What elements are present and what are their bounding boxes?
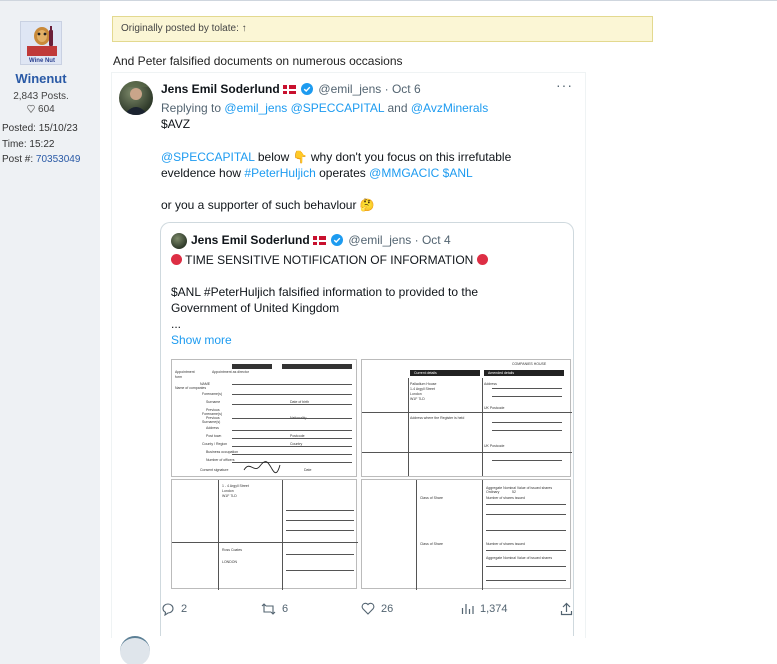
tweet-author-avatar[interactable] (119, 81, 153, 115)
verified-badge-icon (331, 234, 344, 246)
mention-mmgacic[interactable]: @MMGACIC (369, 166, 439, 180)
quoted-author-name[interactable]: Jens Emil Soderlund (191, 233, 310, 247)
show-more-link[interactable]: Show more (171, 333, 232, 347)
share-button[interactable] (560, 602, 573, 616)
red-circle-icon (476, 254, 488, 265)
like-count: 604 (0, 104, 82, 115)
pointing-down-emoji: 👇 (292, 150, 308, 164)
post-number: Post #: 70353049 (2, 154, 81, 165)
tweet-action-bar: 2 6 26 1,374 (161, 602, 578, 622)
like-count-value: 604 (38, 104, 55, 115)
username[interactable]: Winenut (0, 71, 82, 86)
replying-to: Replying to @emil_jens @SPECCAPITAL and … (161, 101, 489, 115)
embedded-tweet[interactable]: Jens Emil Soderlund @emil_jens · Oct 6 ·… (111, 72, 586, 638)
tweet-handle[interactable]: @emil_jens (318, 82, 381, 96)
reply-mention-3[interactable]: @AvzMinerals (411, 101, 488, 115)
like-outline-icon (27, 104, 36, 114)
mention-speccapital[interactable]: @SPECCAPITAL (161, 150, 255, 164)
like-count-tweet: 26 (381, 602, 394, 615)
hashtag-peterhuljich[interactable]: #PeterHuljich (244, 166, 315, 180)
quoted-headline: TIME SENSITIVE NOTIFICATION OF INFORMATI… (171, 253, 488, 267)
denmark-flag-icon (312, 236, 326, 245)
posted-time: Time: 15:22 (2, 139, 55, 150)
heart-icon (361, 602, 375, 615)
user-sidebar: Wine Nut Winenut 2,843 Posts. 604 Posted… (0, 1, 100, 664)
svg-text:Wine Nut: Wine Nut (29, 58, 55, 64)
person-photo-icon (119, 81, 153, 115)
retweet-button[interactable]: 6 (261, 602, 288, 616)
red-circle-icon (171, 254, 182, 265)
forum-post: Wine Nut Winenut 2,843 Posts. 604 Posted… (0, 0, 777, 664)
post-text: And Peter falsified documents on numerou… (113, 54, 403, 68)
post-number-link[interactable]: 70353049 (36, 154, 81, 165)
quoted-tweet-header: Jens Emil Soderlund @emil_jens · Oct 4 (191, 233, 451, 247)
reply-mention-1[interactable]: @emil_jens (224, 101, 287, 115)
document-image[interactable]: Appointment form Appointment as director… (171, 359, 573, 590)
signature-icon (243, 461, 281, 474)
quoted-author-avatar[interactable] (171, 233, 187, 249)
quoted-handle[interactable]: @emil_jens (348, 233, 411, 247)
views-count: 1,374 (480, 602, 508, 615)
tweet-date[interactable]: Oct 6 (392, 82, 421, 96)
quote-attribution[interactable]: Originally posted by tolate: ↑ (112, 16, 653, 42)
share-capital-form: Class of Share Number of shares issued A… (361, 479, 571, 590)
address-form-page: 1 - 4 Argyll Street London W1F 7LD Ross … (171, 479, 358, 590)
director-appointment-form: Appointment form Appointment as director… (171, 359, 357, 477)
quoted-body-line-1: $ANL #PeterHuljich falsified information… (171, 285, 479, 299)
wine-nut-avatar-icon: Wine Nut (21, 22, 61, 64)
retweet-icon (261, 603, 276, 615)
cashtag-avz[interactable]: $AVZ (161, 117, 190, 131)
thinking-emoji: 🤔 (359, 198, 375, 212)
posted-date: Posted: 15/10/23 (2, 123, 78, 134)
avatar[interactable]: Wine Nut (20, 21, 62, 65)
tweet-line-1: @SPECCAPITAL below 👇 why don't you focus… (161, 150, 512, 164)
reply-icon (162, 603, 174, 616)
quoted-body-line-2: Government of United Kingdom (171, 301, 340, 315)
verified-badge-icon (301, 83, 314, 95)
quoted-tweet[interactable]: Jens Emil Soderlund @emil_jens · Oct 4 T… (160, 222, 574, 636)
like-button[interactable]: 26 (361, 602, 393, 615)
tweet-header: Jens Emil Soderlund @emil_jens · Oct 6 (161, 82, 421, 96)
post-count: 2,843 Posts. (13, 91, 69, 102)
tweet-line-2: eveldence how #PeterHuljich operates @MM… (161, 166, 473, 180)
denmark-flag-icon (282, 85, 296, 94)
next-tweet-avatar[interactable] (120, 636, 150, 664)
more-options-icon[interactable]: ··· (556, 77, 573, 93)
company-details-form: Current details Amended details COMPANIE… (361, 359, 572, 477)
quoted-date[interactable]: Oct 4 (422, 233, 451, 247)
tweet-author-name[interactable]: Jens Emil Soderlund (161, 82, 280, 96)
reply-button[interactable]: 2 (161, 602, 187, 616)
reply-mention-2[interactable]: @SPECCAPITAL (291, 101, 385, 115)
cashtag-anl[interactable]: $ANL (443, 166, 473, 180)
retweet-count: 6 (282, 603, 289, 615)
tweet-line-3: or you a supporter of such behavlour 🤔 (161, 198, 375, 212)
share-icon (560, 602, 573, 616)
quoted-ellipsis: ... (171, 317, 182, 331)
reply-count: 2 (181, 603, 188, 615)
views-button[interactable]: 1,374 (461, 602, 508, 615)
views-chart-icon (461, 604, 474, 614)
